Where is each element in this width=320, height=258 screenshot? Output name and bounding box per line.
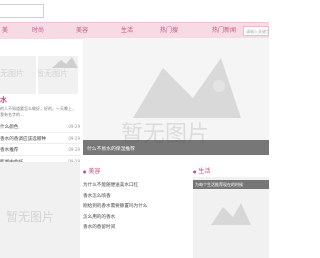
list-item-date: 09-29 [68, 135, 80, 141]
list-item[interactable]: 香水怎么喷香 [83, 191, 179, 202]
section-title-beauty: ● 美容 [83, 166, 100, 175]
nav-item-hot-news[interactable]: 热门新闻 [212, 25, 236, 34]
list-item-date: 09-29 [68, 147, 80, 152]
list-item[interactable]: 香水推荐 09-29 [0, 144, 80, 156]
list-item-title: 香水推荐 [0, 148, 19, 153]
bullet-icon: ● [193, 169, 197, 174]
sidebar-intro: 的人不知道要怎么做好，好的。一天晚上，我有名字的… [0, 106, 76, 117]
list-item-title: 什么颜色 [0, 125, 19, 130]
list-item-title: 香水怎么喷香 [83, 193, 111, 199]
placeholder-watermark: 暂无图片 [6, 210, 55, 224]
beauty-list: 为什么不能随便送美水口红 香水怎么喷香 刚给到的香水需要静置吗为什么 怎么用的的… [83, 180, 179, 233]
section-title-text: 生活 [198, 168, 211, 175]
section-title-text: 美容 [88, 168, 101, 175]
nav-search-input[interactable]: 请输入关键字搜索 [243, 26, 269, 36]
nav-item-fashion[interactable]: 时尚 [32, 25, 44, 34]
nav-item-hot-search[interactable]: 热门搜 [160, 25, 178, 34]
placeholder-watermark: 暂无图片 [0, 69, 24, 78]
bullet-icon: ● [83, 169, 87, 174]
hero-image[interactable]: 暂无图片 [83, 38, 269, 155]
list-item[interactable]: 香水的香留时间 [83, 222, 179, 233]
list-item[interactable]: 刚给到的香水需要静置吗为什么 [83, 201, 179, 212]
list-item-title: 香水的香调应该选哪种 [0, 136, 46, 142]
top-search-input[interactable] [0, 4, 44, 18]
thumbnail-image[interactable]: 暂无图片 [0, 56, 36, 94]
list-item[interactable]: 什么颜色 09-29 [0, 121, 80, 133]
list-item-title: 香水的香留时间 [83, 225, 116, 230]
life-caption[interactable]: 为每个生活推荐现在的时候 [193, 180, 269, 189]
list-item-title: 怎么用的的香水 [83, 214, 116, 220]
section-title-life: ● 生活 [193, 166, 210, 175]
thumbnail-image[interactable]: 暂无图片 [0, 162, 80, 258]
list-item-date: 09-29 [68, 124, 80, 129]
list-item[interactable]: 怎么用的的香水 [83, 212, 179, 223]
image-placeholder-icon [52, 57, 78, 68]
list-item-title: 为什么不能随便送美水口红 [83, 183, 139, 188]
thumbnail-image[interactable]: 暂无图片 [38, 56, 78, 94]
nav-item-beauty[interactable]: 美容 [76, 25, 88, 34]
nav-item-home[interactable]: 美 [2, 25, 8, 34]
nav-item-life[interactable]: 生活 [121, 25, 133, 34]
main-nav: 美 时尚 美容 生活 热门搜 热门新闻 请输入关键字搜索 [0, 22, 269, 39]
life-thumbnail-image[interactable] [193, 177, 269, 258]
image-placeholder-icon [211, 203, 251, 225]
list-item[interactable]: 香水的香调应该选哪种 09-29 [0, 133, 80, 144]
list-item-title: 刚给到的香水需要静置吗为什么 [83, 204, 148, 209]
placeholder-watermark: 暂无图片 [38, 69, 68, 78]
sidebar-title: 水 [0, 96, 7, 104]
list-item[interactable]: 为什么不能随便送美水口红 [83, 180, 179, 191]
hero-caption[interactable]: 什么不易水的保湿推荐 [83, 140, 269, 155]
